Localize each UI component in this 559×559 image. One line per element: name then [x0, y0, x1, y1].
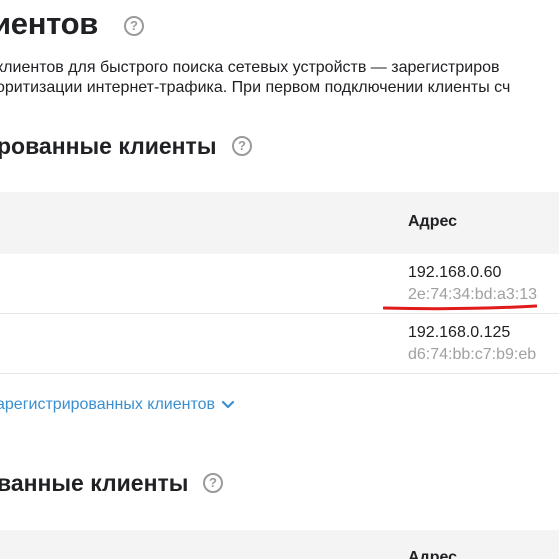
help-icon[interactable]: ? — [203, 473, 223, 493]
help-icon[interactable]: ? — [124, 16, 144, 36]
client-ip: 192.168.0.60 — [408, 264, 502, 281]
chevron-down-icon — [221, 400, 235, 408]
help-icon[interactable]: ? — [232, 136, 252, 156]
page-description-line-1: клиентов для быстрого поиска сетевых уст… — [0, 59, 500, 76]
page-description-line-2: оритизации интернет-трафика. При первом … — [0, 79, 511, 96]
client-mac: 2e:74:34:bd:a3:13 — [408, 286, 538, 303]
registered-clients-table-header — [0, 192, 559, 254]
page-title: иентов — [0, 6, 98, 41]
column-header-address: Адрес — [408, 549, 458, 559]
unregistered-clients-title: ванные клиенты — [0, 470, 189, 496]
client-ip: 192.168.0.125 — [408, 324, 511, 341]
client-mac: d6:74:bb:c7:b9:eb — [408, 346, 537, 363]
show-unregistered-link[interactable]: арегистрированных клиентов — [0, 395, 235, 415]
registered-clients-title: рованные клиенты — [0, 133, 217, 159]
red-annotation-underline — [383, 304, 537, 311]
unregistered-clients-table-header — [0, 530, 559, 559]
column-header-address: Адрес — [408, 213, 458, 230]
show-unregistered-label: арегистрированных клиентов — [0, 396, 215, 413]
